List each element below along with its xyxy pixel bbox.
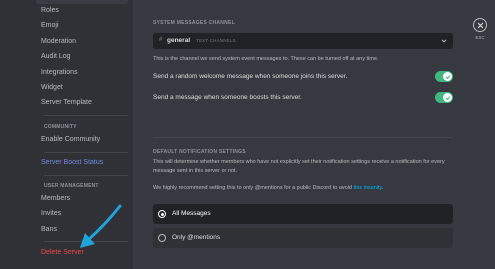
sidebar-divider	[44, 115, 128, 116]
check-icon	[445, 95, 450, 100]
sidebar-item-bans[interactable]: Bans	[41, 226, 57, 233]
sidebar-item-integrations[interactable]: Integrations	[41, 69, 78, 76]
radio-unselected-icon	[158, 234, 166, 242]
check-icon	[445, 74, 450, 79]
sidebar-divider	[44, 175, 128, 176]
welcome-message-label: Send a random welcome message when someo…	[153, 73, 348, 80]
notification-recommendation: We highly recommend setting this to only…	[153, 184, 453, 193]
settings-sidebar: Roles Emoji Moderation Audit Log Integra…	[0, 0, 133, 269]
system-messages-header: SYSTEM MESSAGES CHANNEL	[153, 20, 235, 26]
recommendation-text: We highly recommend setting this to only…	[153, 185, 354, 191]
boost-message-label: Send a message when someone boosts this …	[153, 94, 302, 101]
esc-label: ESC	[475, 35, 485, 40]
sidebar-item-emoji[interactable]: Emoji	[41, 22, 59, 29]
chevron-down-icon	[441, 39, 447, 43]
insanity-link[interactable]: this insanity	[354, 185, 382, 191]
system-channel-hint: This is the channel we send system event…	[153, 56, 379, 62]
user-management-header: USER MANAGEMENT	[44, 183, 99, 189]
sidebar-item-widget[interactable]: Widget	[41, 84, 63, 91]
community-header: COMMUNITY	[44, 124, 77, 130]
boost-message-toggle[interactable]	[435, 92, 453, 103]
channel-hash-icon: #	[159, 37, 163, 43]
close-settings[interactable]: ESC	[472, 18, 488, 40]
sidebar-item-moderation[interactable]: Moderation	[41, 38, 76, 45]
radio-only-mentions-label: Only @mentions	[172, 234, 221, 241]
notification-settings-description: This will determine whether members who …	[153, 159, 445, 174]
section-divider	[153, 137, 453, 138]
notification-settings-header: DEFAULT NOTIFICATION SETTINGS	[153, 149, 246, 155]
sidebar-divider	[44, 152, 128, 153]
sidebar-item-server-template[interactable]: Server Template	[41, 99, 92, 106]
sidebar-item-overview-highlight[interactable]	[36, 0, 128, 4]
recommendation-suffix: .	[381, 185, 384, 191]
toggle-knob	[443, 93, 452, 102]
sidebar-divider	[44, 241, 128, 242]
welcome-message-toggle[interactable]	[435, 71, 453, 82]
close-button[interactable]	[473, 18, 487, 32]
radio-only-mentions[interactable]: Only @mentions	[153, 228, 453, 248]
sidebar-item-delete-server[interactable]: Delete Server	[41, 249, 84, 256]
radio-selected-icon	[158, 210, 166, 218]
sidebar-item-audit-log[interactable]: Audit Log	[41, 53, 71, 60]
selected-channel-category: TEXT CHANNELS	[196, 38, 236, 43]
sidebar-item-roles[interactable]: Roles	[41, 7, 59, 14]
radio-all-messages-label: All Messages	[172, 210, 211, 217]
toggle-knob	[443, 72, 452, 81]
sidebar-item-server-boost-status[interactable]: Server Boost Status	[41, 159, 103, 166]
selected-channel-name: general	[167, 37, 191, 44]
sidebar-item-members[interactable]: Members	[41, 195, 70, 202]
radio-all-messages[interactable]: All Messages	[153, 204, 453, 224]
sidebar-item-invites[interactable]: Invites	[41, 210, 61, 217]
sidebar-item-enable-community[interactable]: Enable Community	[41, 136, 100, 143]
system-channel-select[interactable]: # general TEXT CHANNELS	[153, 33, 453, 49]
close-icon	[477, 22, 484, 29]
